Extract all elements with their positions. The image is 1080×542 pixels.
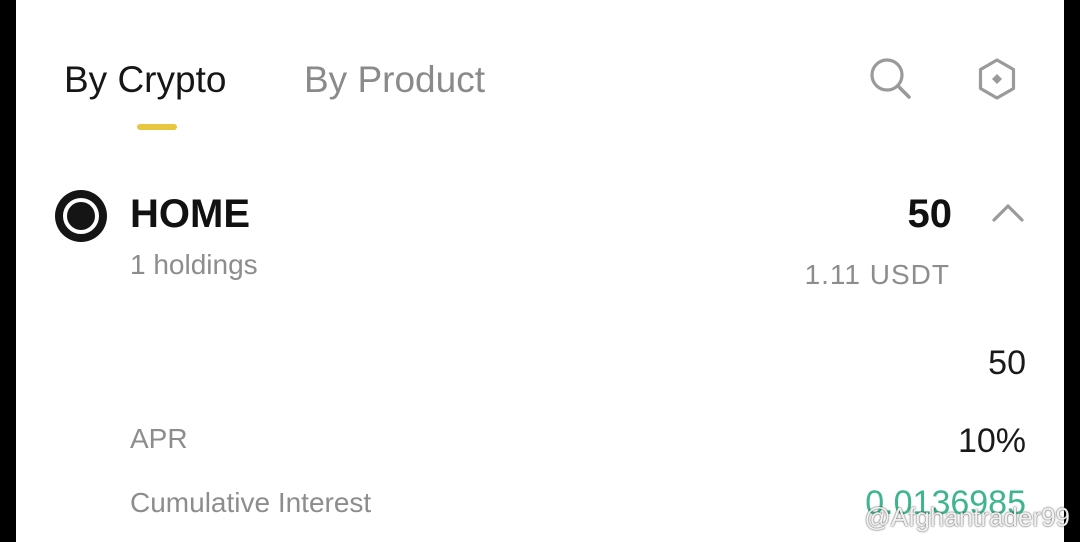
asset-fiat-value: 1.11 USDT: [804, 259, 950, 290]
tab-by-product[interactable]: By Product: [304, 58, 485, 102]
asset-total-amount: 50: [907, 192, 953, 236]
cumulative-interest-label: Cumulative Interest: [130, 487, 372, 518]
watermark: @Afghantrader99: [834, 502, 1070, 532]
earn-holdings-panel: By Crypto By Product HOME 1 holdings 50 …: [16, 0, 1064, 542]
chevron-up-icon[interactable]: [988, 196, 1028, 228]
watermark-text: @Afghantrader99: [864, 502, 1070, 532]
apr-label: APR: [130, 423, 188, 454]
asset-symbol[interactable]: HOME: [130, 190, 250, 238]
watermark-logo-icon: [834, 506, 860, 532]
holding-amount: 50: [988, 344, 1026, 382]
active-tab-indicator: [137, 124, 177, 130]
search-icon[interactable]: [866, 54, 914, 102]
tab-by-crypto[interactable]: By Crypto: [64, 58, 226, 102]
hexagon-gear-icon[interactable]: [974, 56, 1020, 102]
apr-value: 10%: [957, 422, 1026, 460]
holdings-count: 1 holdings: [130, 249, 258, 280]
coin-ring-icon: [54, 189, 108, 243]
